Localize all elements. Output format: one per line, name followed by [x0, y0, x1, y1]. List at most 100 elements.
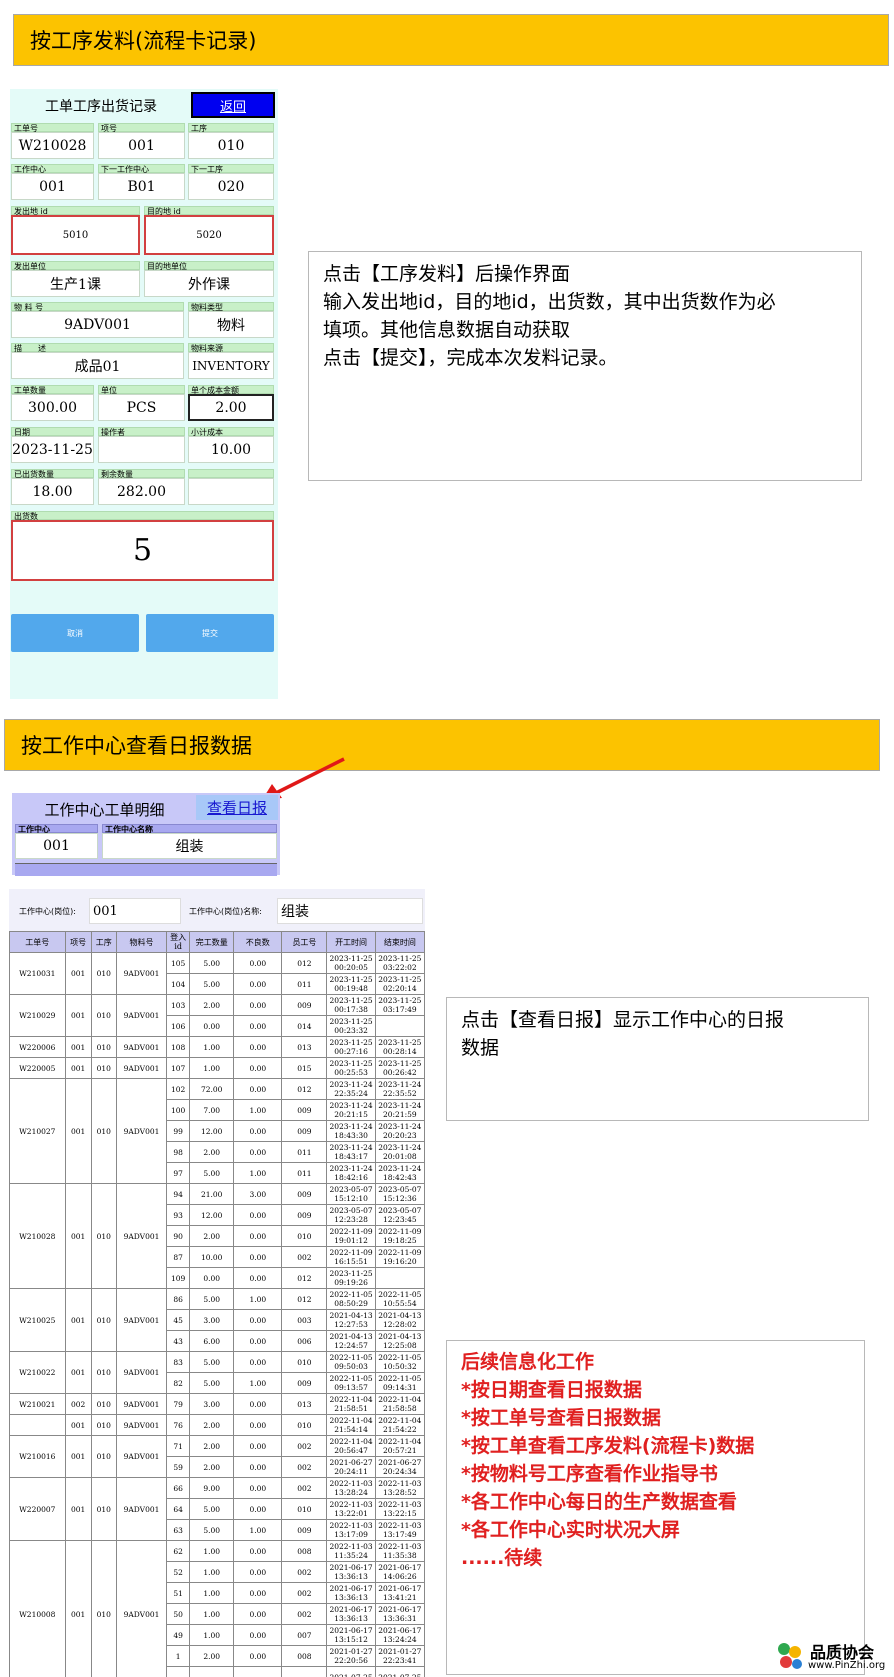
table-cell: 2022-11-04 20:57:21 [374, 1435, 425, 1457]
table-cell: 6.00 [189, 1330, 235, 1352]
back-link[interactable]: 返回 [220, 96, 246, 115]
table-cell: 2022-11-03 13:28:52 [374, 1477, 425, 1499]
table-cell: 009 [281, 1120, 328, 1142]
table-row: W210028 001 010 9ADV001 94 21.00 3.00 009 2023-0… [9, 1183, 425, 1289]
date-label: 日期 [11, 427, 94, 437]
shipped-field[interactable]: 18.00 [11, 478, 94, 505]
from-id-input[interactable]: 5010 [11, 215, 140, 255]
op-field[interactable]: 010 [188, 132, 274, 159]
table-cell: 2022-11-05 09:50:03 [326, 1351, 376, 1373]
cell-mat: 9ADV001 [115, 1435, 168, 1478]
cancel-button[interactable]: 取消 [11, 614, 139, 652]
cell-wo: W210016 [9, 1435, 66, 1478]
table-cell: 2022-11-05 09:13:57 [326, 1372, 376, 1394]
cell-wo: W210028 [9, 1183, 66, 1289]
note-issue: 点击【工序发料】后操作界面 输入发出地id，目的地id，出货数，其中出货数作为必… [308, 251, 862, 481]
table-cell: 5.00 [189, 1351, 235, 1373]
table-cell: 2021-06-27 20:24:11 [326, 1456, 376, 1478]
table-cell: 0.00 [233, 1078, 283, 1100]
table-cell: 2023-05-07 12:23:28 [326, 1204, 376, 1226]
back-button[interactable]: 返回 [191, 92, 275, 118]
table-cell: 0.00 [233, 1393, 283, 1415]
table-cell: 2022-11-03 13:28:24 [326, 1477, 376, 1499]
table-cell: 010 [281, 1498, 328, 1520]
desc-label: 描 述 [11, 343, 184, 353]
operator-field[interactable] [98, 436, 185, 463]
table-cell: 2022-11-03 13:17:09 [326, 1519, 376, 1541]
remain-field[interactable]: 282.00 [98, 478, 185, 505]
table-cell: 2021-04-13 12:27:53 [326, 1309, 376, 1331]
cell-item: 001 [64, 1078, 92, 1184]
table-cell: 002 [281, 1456, 328, 1478]
column-header: 开工时间 [326, 931, 376, 953]
to-id-input[interactable]: 5020 [144, 215, 274, 255]
table-cell: 1.00 [189, 1561, 235, 1583]
table-cell: 103 [166, 994, 191, 1016]
table-row: W210025 001 010 9ADV001 86 5.00 1.00 012 2022-11… [9, 1288, 425, 1352]
wo-field[interactable]: W210028 [11, 132, 94, 159]
note-line: ......待续 [461, 1547, 543, 1569]
item-field[interactable]: 001 [98, 132, 185, 159]
desc-field[interactable]: 成品01 [11, 352, 184, 379]
qty-field[interactable]: 300.00 [11, 394, 94, 421]
cell-mat: 9ADV001 [115, 1057, 168, 1079]
table-cell: 0.00 [233, 1057, 283, 1079]
table-cell: 2023-11-24 18:43:17 [326, 1141, 376, 1163]
pinzhi-logo-icon [778, 1643, 802, 1669]
table-cell: 002 [281, 1582, 328, 1604]
table-cell: 2022-11-09 19:18:25 [374, 1225, 425, 1247]
table-cell: 2023-11-24 18:42:43 [374, 1162, 425, 1184]
section-banner-report: 按工作中心查看日报数据 [4, 719, 880, 771]
ship-qty-input[interactable]: 5 [11, 520, 274, 581]
tounit-label: 目的地单位 [144, 261, 274, 271]
view-report-box[interactable]: 查看日报 [196, 795, 278, 820]
cell-mat: 9ADV001 [115, 1540, 168, 1677]
nwc-label: 下一工作中心 [98, 164, 185, 174]
nwc-field[interactable]: B01 [98, 173, 185, 200]
subtotal-field[interactable]: 10.00 [188, 436, 274, 463]
subtotal-label: 小计成本 [188, 427, 274, 437]
table-cell: 2023-11-24 20:20:23 [374, 1120, 425, 1142]
cell-item: 001 [64, 1036, 92, 1058]
mattype-field[interactable]: 物料 [188, 311, 274, 338]
matsrc-label: 物料来源 [188, 343, 274, 353]
submit-button[interactable]: 提交 [146, 614, 274, 652]
table-cell: 66 [166, 1477, 191, 1499]
table-cell: 2022-11-03 13:22:15 [374, 1498, 425, 1520]
wc-field[interactable]: 001 [11, 173, 94, 200]
table-cell: 0.00 [233, 1246, 283, 1268]
view-report-link[interactable]: 查看日报 [207, 797, 267, 818]
table-cell: 1.00 [189, 1540, 235, 1562]
table-cell: 1.00 [189, 1624, 235, 1646]
table-cell: 106 [166, 1015, 191, 1037]
table-cell: 2.00 [189, 994, 235, 1016]
table-cell: 94 [166, 1183, 191, 1205]
unit-field[interactable]: PCS [98, 394, 185, 421]
note-line: *按工单查看工序发料(流程卡)数据 [461, 1435, 755, 1457]
nop-field[interactable]: 020 [188, 173, 274, 200]
table-cell: 100 [166, 1099, 191, 1121]
table-cell: 009 [281, 1099, 328, 1121]
table-cell [189, 1666, 235, 1677]
table-cell: 0.00 [233, 1540, 283, 1562]
note-line: *按日期查看日报数据 [461, 1379, 642, 1401]
date-field[interactable]: 2023-11-25 [11, 436, 94, 463]
matsrc-field[interactable]: INVENTORY [188, 352, 274, 379]
cell-mat: 9ADV001 [115, 994, 168, 1037]
cost-field[interactable]: 2.00 [188, 394, 274, 421]
table-cell: 90 [166, 1225, 191, 1247]
report-wc-input[interactable]: 001 [89, 898, 181, 924]
table-cell: 2023-11-25 00:17:38 [326, 994, 376, 1016]
cell-item: 001 [64, 1288, 92, 1352]
table-cell: 002 [281, 1477, 328, 1499]
note-line: 点击【工序发料】后操作界面 [323, 263, 571, 285]
tounit-field[interactable]: 外作课 [144, 270, 274, 297]
cell-op: 010 [90, 1351, 117, 1394]
column-header: 项号 [64, 931, 92, 953]
mat-field[interactable]: 9ADV001 [11, 311, 184, 338]
table-cell: 0.00 [233, 1498, 283, 1520]
fromunit-field[interactable]: 生产1课 [11, 270, 140, 297]
table-cell: 2023-05-07 15:12:36 [374, 1183, 425, 1205]
report-name-input[interactable]: 组装 [277, 898, 423, 924]
table-cell: 2022-11-04 21:58:51 [326, 1393, 376, 1415]
